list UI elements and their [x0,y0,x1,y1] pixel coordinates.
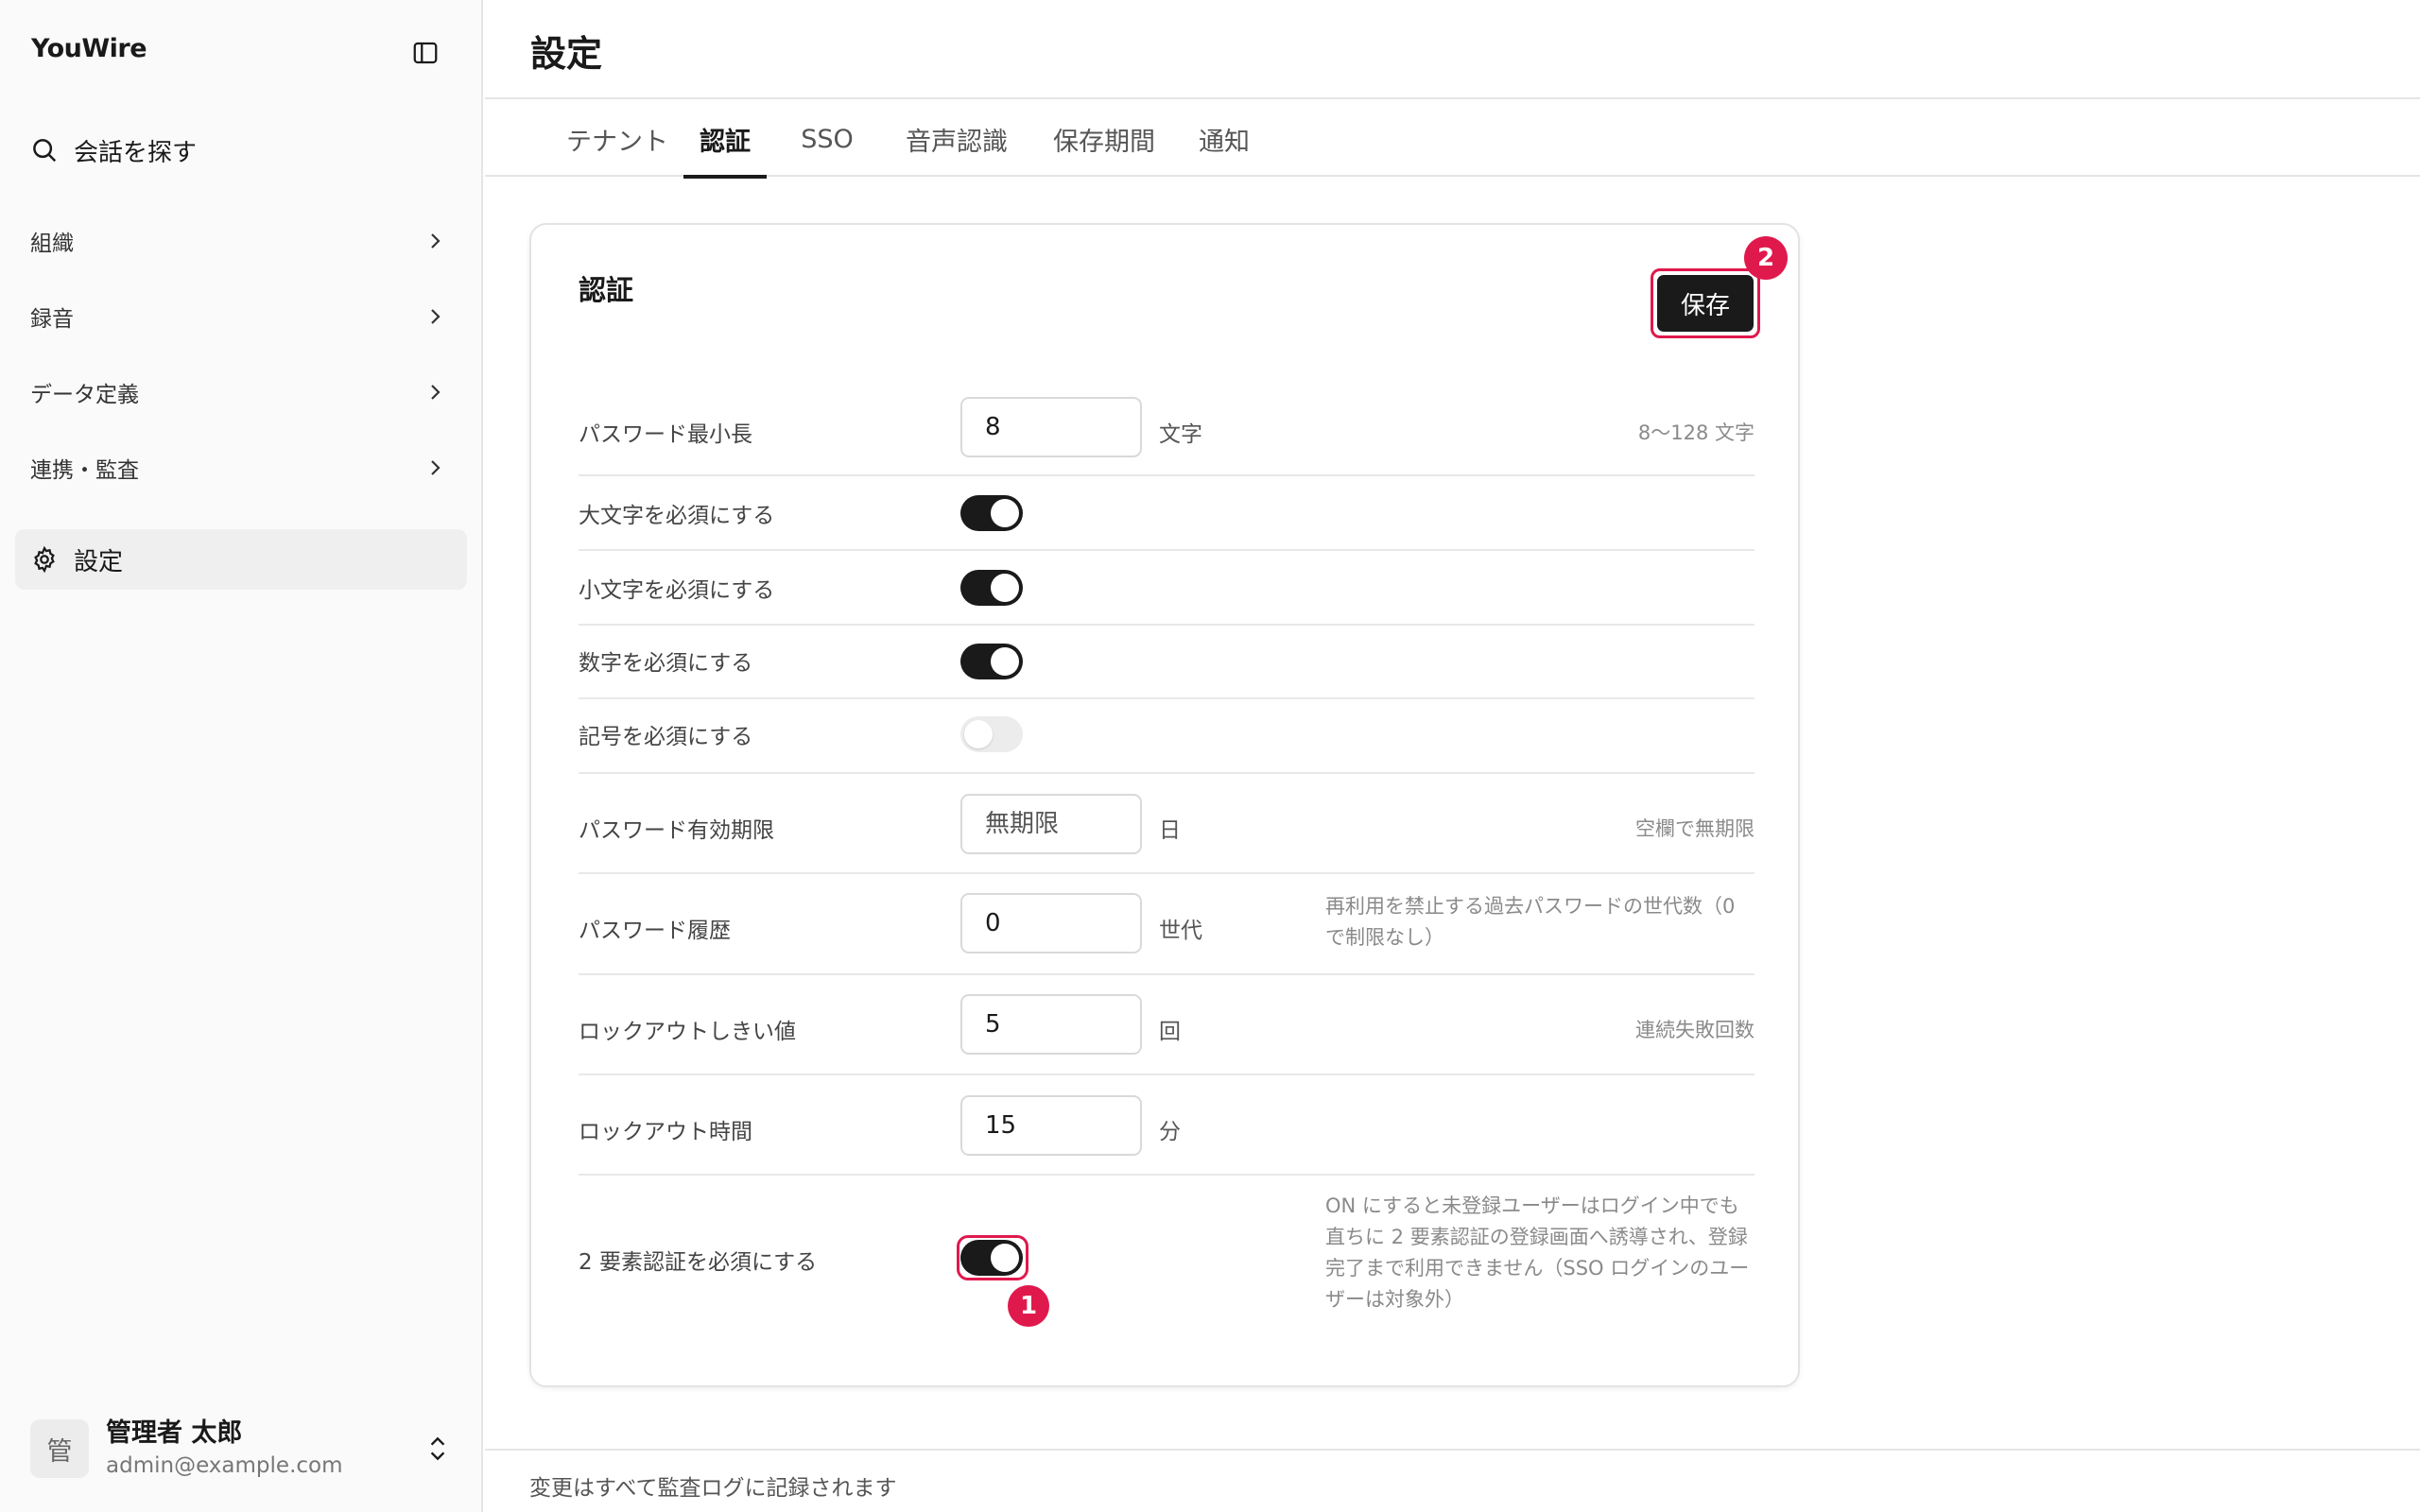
avatar: 管 [30,1419,89,1478]
user-email: admin@example.com [106,1453,343,1478]
hint-text: ON にすると未登録ユーザーはログイン中でも直ちに 2 要素認証の登録画面へ誘導… [1325,1194,1750,1311]
row-label: パスワード有効期限 [579,818,774,843]
tab-speech-recognition[interactable]: 音声認識 [884,101,1029,177]
tab-tenant[interactable]: テナント [551,101,683,177]
user-name: 管理者 太郎 [106,1418,243,1448]
row-label: 記号を必須にする [579,725,753,749]
lockout-duration-input[interactable] [960,1095,1142,1156]
row-label: パスワード最小長 [579,422,752,447]
toggle-knob [991,574,1019,602]
tab-notifications[interactable]: 通知 [1179,101,1270,177]
page-footer: 変更はすべて監査ログに記録されます [485,1449,2420,1512]
tab-sso[interactable]: SSO [782,101,873,177]
unit-label: 分 [1159,1120,1181,1144]
page-title: 設定 [530,33,603,75]
password-history-input[interactable] [960,893,1142,954]
save-button-highlight: 保存 [1651,268,1760,338]
settings-tabs: テナント 認証 SSO 音声認識 保存期間 通知 [485,101,2420,179]
row-label: パスワード履歴 [579,919,731,943]
search-conversations[interactable]: 会話を探す [15,127,467,174]
hint-text: 連続失敗回数 [1635,1019,1754,1041]
row-label: 数字を必須にする [579,651,753,676]
row-require-symbols: 記号を必須にする [579,699,1754,774]
require-uppercase-toggle[interactable] [960,495,1023,531]
sidebar-item-recording[interactable]: 録音 [15,290,467,343]
require-lowercase-toggle[interactable] [960,570,1023,606]
row-password-min-length: パスワード最小長 文字 8〜128 文字 [579,378,1754,476]
row-require-2fa: 2 要素認証を必須にする 1 ON にすると未登録ユーザーはログイン中でも直ちに… [579,1176,1754,1327]
sidebar-item-integration-audit[interactable]: 連携・監査 [15,441,467,494]
sidebar-item-label: 録音 [30,307,74,332]
sidebar-item-settings[interactable]: 設定 [15,529,467,590]
require-symbols-toggle[interactable] [960,716,1023,752]
toggle-knob [991,647,1019,676]
row-require-digits: 数字を必須にする [579,626,1754,699]
require-digits-toggle[interactable] [960,644,1023,679]
row-label: 2 要素認証を必須にする [579,1250,818,1275]
row-label: 小文字を必須にする [579,578,775,603]
sidebar-item-organization[interactable]: 組織 [15,215,467,267]
toggle-knob [991,499,1019,527]
unit-label: 文字 [1159,422,1202,447]
chevron-right-icon [431,309,441,324]
row-label: 大文字を必須にする [579,504,775,528]
save-button[interactable]: 保存 [1657,275,1754,332]
require-2fa-toggle[interactable] [960,1240,1023,1276]
hint-text: 空欄で無期限 [1635,817,1754,840]
step-marker-1: 1 [1008,1285,1049,1327]
row-label: ロックアウト時間 [579,1120,752,1144]
app-logo: YouWire [31,34,147,63]
search-icon [33,139,57,163]
hint-text: 8〜128 文字 [1637,421,1754,444]
row-require-lowercase: 小文字を必須にする [579,551,1754,626]
password-min-length-input[interactable] [960,397,1142,457]
authentication-card: 認証 保存 2 パスワード最小長 文字 8〜128 文字 大文字を必須にする 小… [529,223,1800,1387]
row-lockout-duration: ロックアウト時間 分 [579,1075,1754,1176]
row-password-expiry: パスワード有効期限 日 空欄で無期限 [579,774,1754,874]
sidebar-panel-icon [413,42,438,64]
sidebar-item-label: 連携・監査 [30,458,139,483]
tab-authentication[interactable]: 認証 [683,101,767,179]
row-password-history: パスワード履歴 世代 再利用を禁止する過去パスワードの世代数（0 で制限なし） [579,874,1754,975]
sidebar-item-label: 設定 [74,547,124,576]
tab-retention[interactable]: 保存期間 [1031,101,1177,177]
row-require-uppercase: 大文字を必須にする [579,476,1754,551]
search-label: 会話を探す [74,138,198,167]
unit-label: 世代 [1159,919,1202,943]
sidebar-item-label: 組織 [30,232,74,256]
sidebar-item-data-definition[interactable]: データ定義 [15,366,467,419]
chevron-up-down-icon [430,1436,445,1461]
unit-label: 回 [1159,1020,1181,1044]
lockout-threshold-input[interactable] [960,994,1142,1055]
password-expiry-input[interactable] [960,794,1142,854]
row-lockout-threshold: ロックアウトしきい値 回 連続失敗回数 [579,975,1754,1075]
unit-label: 日 [1159,818,1181,843]
hint-text: 再利用を禁止する過去パスワードの世代数（0 で制限なし） [1325,895,1736,949]
user-menu[interactable]: 管 管理者 太郎 admin@example.com [15,1406,467,1491]
card-title: 認証 [579,274,634,306]
sidebar-item-label: データ定義 [30,383,139,407]
sidebar: YouWire 会話を探す 組織 録音 データ定義 連携・監査 設定 管 管理者… [0,0,483,1512]
sidebar-toggle-button[interactable] [408,36,442,70]
toggle-knob [964,720,993,748]
toggle-knob [991,1244,1019,1272]
audit-log-note: 変更はすべて監査ログに記録されます [529,1476,897,1501]
step-marker-2: 2 [1744,236,1788,280]
chevron-right-icon [431,233,441,249]
row-label: ロックアウトしきい値 [579,1020,796,1044]
gear-icon [34,545,55,574]
page-header: 設定 [485,0,2420,99]
chevron-right-icon [431,460,441,475]
chevron-right-icon [431,385,441,400]
